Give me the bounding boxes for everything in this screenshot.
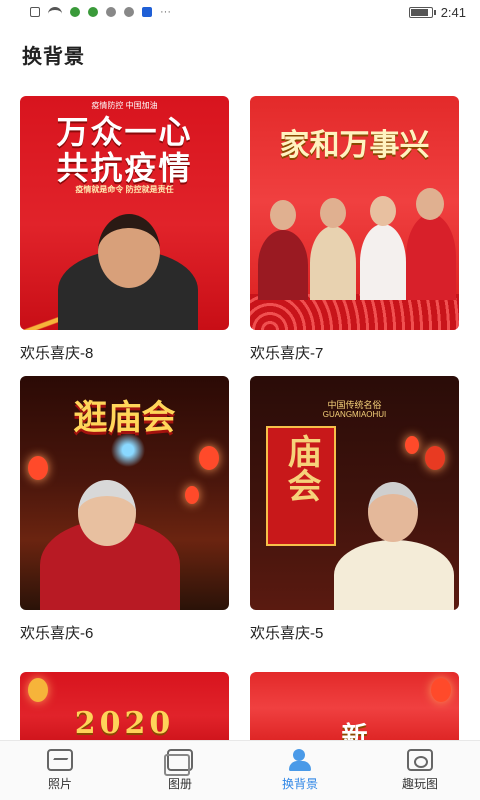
app-notification-icon [106, 7, 116, 17]
app-notification-icon [88, 7, 98, 17]
family-figure [310, 226, 356, 300]
album-icon [164, 749, 193, 776]
background-thumbnail[interactable]: 逛庙会 [20, 376, 229, 610]
card-label: 欢乐喜庆-6 [20, 625, 94, 642]
banner-main-text: 家和万事兴 [279, 128, 430, 163]
battery-icon [408, 6, 436, 18]
page-title: 换背景 [22, 46, 85, 68]
family-figure [258, 230, 308, 300]
banner-main-text: 万众一心 共抗疫情 [56, 114, 193, 186]
background-thumbnail[interactable]: 家和万事兴 [250, 96, 459, 330]
family-figure [360, 224, 406, 300]
person-head [368, 482, 418, 542]
person-head [320, 198, 346, 228]
fun-image-icon [407, 749, 433, 771]
wifi-icon [48, 7, 62, 17]
tab-photos[interactable]: 照片 [0, 741, 120, 800]
status-bar: ··· 2:41 [0, 0, 480, 24]
family-figure [406, 214, 456, 300]
status-time: 2:41 [440, 4, 466, 20]
background-card[interactable]: 家和万事兴 欢乐喜庆-7 [250, 96, 459, 363]
change-background-icon [287, 749, 313, 771]
person-figure [334, 540, 454, 610]
tab-label: 换背景 [281, 777, 318, 791]
tab-label: 图册 [167, 777, 192, 791]
tab-label: 趣玩图 [401, 777, 438, 791]
person-head [370, 196, 396, 226]
app-notification-icon [124, 7, 134, 17]
notification-icon [30, 7, 40, 17]
fireworks-decoration [108, 430, 148, 470]
person-head [78, 480, 136, 546]
tab-album[interactable]: 图册 [120, 741, 240, 800]
tab-label: 照片 [47, 777, 72, 791]
background-thumbnail[interactable]: 疫情防控 中国加油 万众一心 共抗疫情 疫情就是命令 防控就是责任 [20, 96, 229, 330]
background-thumbnail[interactable]: 中国传统名俗 GUANGMIAOHUI 庙会 [250, 376, 459, 610]
lantern-decoration [199, 446, 219, 470]
background-card[interactable]: 逛庙会 欢乐喜庆-6 [20, 376, 229, 643]
background-card[interactable]: 中国传统名俗 GUANGMIAOHUI 庙会 欢乐喜庆-5 [250, 376, 459, 643]
more-notifications-icon: ··· [160, 6, 171, 18]
person-head [98, 214, 160, 288]
banner-top-text: 疫情防控 中国加油 [91, 101, 158, 110]
banner-sub-text: GUANGMIAOHUI [322, 410, 387, 419]
app-notification-icon [70, 7, 80, 17]
banner-main-text: 庙会 [282, 434, 320, 502]
banner-sub-text: 疫情就是命令 防控就是责任 [75, 185, 174, 194]
card-label: 欢乐喜庆-7 [250, 345, 324, 362]
lantern-decoration [28, 678, 48, 702]
lantern-decoration [425, 446, 445, 470]
lantern-decoration [431, 678, 451, 702]
person-head [270, 200, 296, 230]
banner-main-text: 2020 [74, 706, 175, 741]
lantern-decoration [28, 456, 48, 480]
status-icons: ··· [30, 6, 171, 18]
lantern-decoration [185, 486, 199, 504]
app-notification-icon [142, 7, 152, 17]
bottom-tab-bar: 照片 图册 换背景 趣玩图 [0, 740, 480, 800]
person-head [416, 188, 444, 220]
tab-change-background[interactable]: 换背景 [240, 741, 360, 800]
lantern-decoration [405, 436, 419, 454]
card-label: 欢乐喜庆-5 [250, 625, 324, 642]
card-label: 欢乐喜庆-8 [20, 345, 94, 362]
tab-fun-image[interactable]: 趣玩图 [360, 741, 480, 800]
photo-icon [47, 749, 73, 771]
temple-fair-sign: 庙会 [266, 426, 336, 546]
background-card[interactable]: 疫情防控 中国加油 万众一心 共抗疫情 疫情就是命令 防控就是责任 欢乐喜庆-8 [20, 96, 229, 363]
